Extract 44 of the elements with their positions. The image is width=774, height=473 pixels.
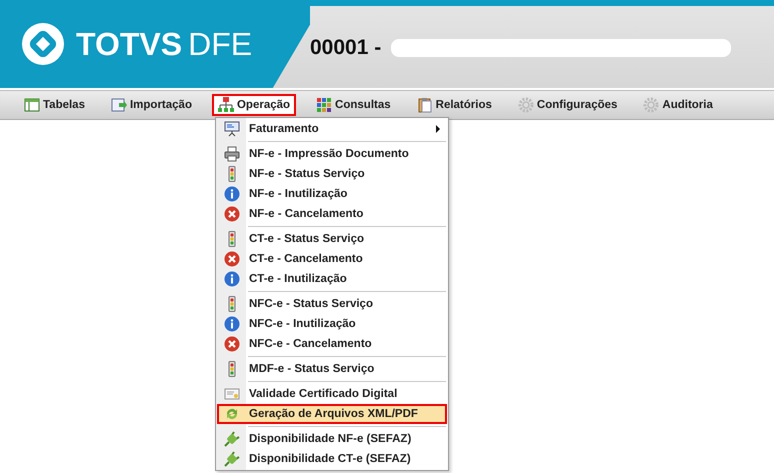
menu-bar-item[interactable]: Operação: [212, 94, 296, 116]
printer-icon: [224, 146, 240, 162]
grid-icon: [316, 97, 332, 113]
info-icon: [224, 271, 240, 287]
menu-item[interactable]: Disponibilidade NF-e (SEFAZ): [217, 429, 447, 449]
menu-item[interactable]: NF-e - Inutilização: [217, 184, 447, 204]
gear-icon: [518, 97, 534, 113]
refresh-arrows-icon: [224, 406, 240, 422]
menu-bar-item[interactable]: Configurações: [512, 94, 624, 116]
info-icon: [224, 186, 240, 202]
company-code: 00001 -: [310, 36, 382, 60]
menu-item[interactable]: NF-e - Status Serviço: [217, 164, 447, 184]
hierarchy-icon: [218, 97, 234, 113]
menu-bar-item[interactable]: Relatórios: [410, 94, 498, 116]
menu-item[interactable]: NF-e - Cancelamento: [217, 204, 447, 224]
info-icon: [224, 316, 240, 332]
menu-item[interactable]: NF-e - Impressão Documento: [217, 144, 447, 164]
menu-item[interactable]: Geração de Arquivos XML/PDF: [217, 404, 447, 424]
menu-item[interactable]: Disponibilidade CT-e (SEFAZ): [217, 449, 447, 469]
menu-item[interactable]: CT-e - Inutilização: [217, 269, 447, 289]
menu-item[interactable]: MDF-e - Status Serviço: [217, 359, 447, 379]
certificate-icon: [224, 386, 240, 402]
menu-item[interactable]: NFC-e - Status Serviço: [217, 294, 447, 314]
menu-bar-item[interactable]: Importação: [104, 94, 198, 116]
menu-item[interactable]: CT-e - Status Serviço: [217, 229, 447, 249]
menu-item[interactable]: Faturamento: [217, 119, 447, 139]
cancel-icon: [224, 336, 240, 352]
logo-text: TOTVS: [76, 26, 182, 62]
menu-item[interactable]: NFC-e - Cancelamento: [217, 334, 447, 354]
menu-bar-item[interactable]: Auditoria: [637, 94, 719, 116]
cancel-icon: [224, 206, 240, 222]
cancel-icon: [224, 251, 240, 267]
logo-icon: [20, 21, 66, 67]
menu-item[interactable]: CT-e - Cancelamento: [217, 249, 447, 269]
menu-item[interactable]: NFC-e - Inutilização: [217, 314, 447, 334]
import-icon: [110, 97, 127, 113]
menu-bar-item[interactable]: Consultas: [310, 94, 397, 116]
table-icon: [24, 97, 40, 113]
menu-item[interactable]: Validade Certificado Digital: [217, 384, 447, 404]
logo-suffix: DFE: [188, 26, 252, 62]
menu-bar-item[interactable]: Tabelas: [18, 94, 91, 116]
gear-icon: [643, 97, 660, 113]
clipboard-icon: [416, 97, 433, 113]
presentation-board-icon: [224, 121, 240, 137]
